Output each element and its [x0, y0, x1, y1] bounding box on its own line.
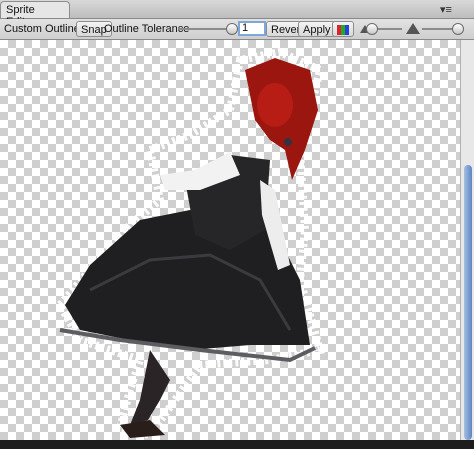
window-menu-icon[interactable]: ▾≡	[440, 3, 452, 16]
apply-button[interactable]: Apply	[298, 21, 336, 37]
sprite-editor-toolbar: Custom Outline ↕ Snap Outline Tolerance …	[0, 19, 474, 40]
large-mountain-icon	[406, 22, 420, 37]
vertical-scrollbar-thumb[interactable]	[464, 165, 472, 440]
tolerance-value-field[interactable]: 1	[238, 21, 266, 36]
sprite-preview-image	[55, 47, 326, 440]
outline-tolerance-label: Outline Tolerance	[104, 23, 190, 35]
tolerance-slider-track[interactable]	[178, 28, 232, 30]
tolerance-slider-thumb[interactable]	[226, 23, 238, 35]
zoom-slider-thumb[interactable]	[366, 23, 378, 35]
bottom-border	[0, 440, 474, 449]
window-titlebar: Sprite Editor ▾≡	[0, 0, 474, 28]
sprite-canvas[interactable]	[0, 40, 460, 440]
tab-sprite-editor[interactable]: Sprite Editor	[0, 1, 70, 28]
mip-slider-thumb[interactable]	[452, 23, 464, 35]
color-channels-icon[interactable]	[332, 21, 354, 37]
vertical-scrollbar[interactable]	[460, 40, 474, 440]
